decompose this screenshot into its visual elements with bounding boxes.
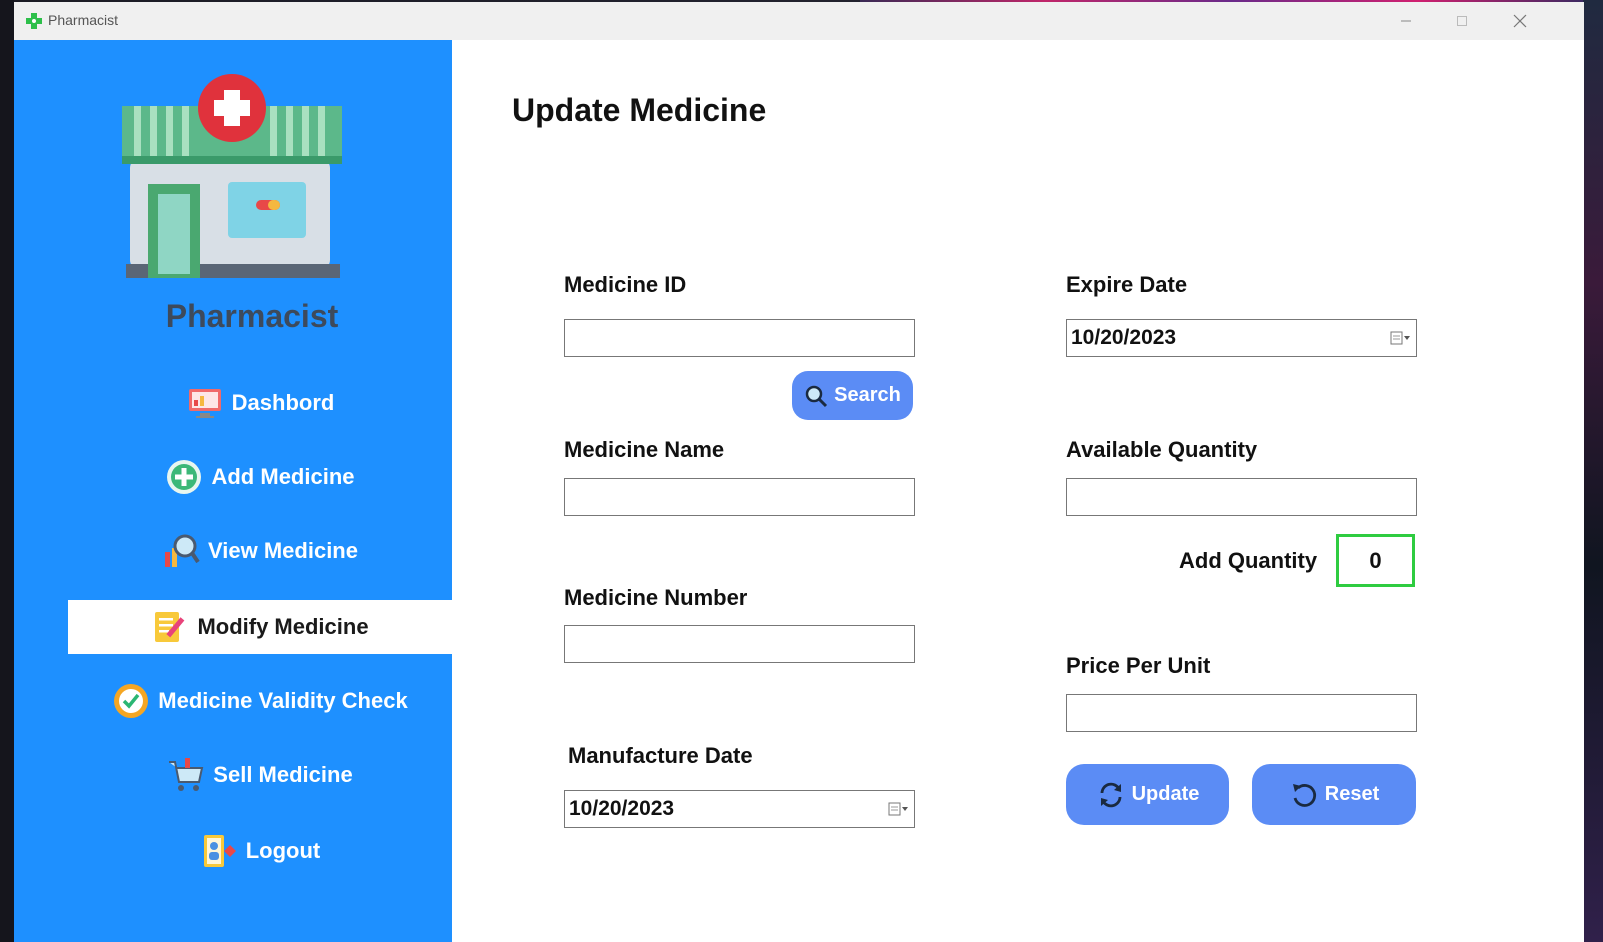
calendar-dropdown-icon[interactable] — [888, 801, 910, 817]
sidebar-item-label: Add Medicine — [211, 464, 355, 489]
expire-date-label: Expire Date — [1066, 272, 1188, 297]
sidebar-item-dashboard[interactable]: Dashbord — [68, 376, 452, 430]
medicine-number-input[interactable] — [564, 625, 915, 663]
sidebar: Pharmacist Dashbord Add Medicine View Me… — [14, 40, 452, 942]
sidebar-item-logout[interactable]: Logout — [68, 824, 452, 878]
sidebar-item-modify-medicine[interactable]: Modify Medicine — [68, 600, 452, 654]
page-title: Update Medicine — [512, 92, 767, 128]
search-button-label: Search — [834, 384, 901, 406]
add-quantity-label: Add Quantity — [1179, 548, 1318, 573]
medicine-name-label: Medicine Name — [564, 437, 725, 462]
sidebar-item-add-medicine[interactable]: Add Medicine — [68, 450, 452, 504]
app-window: Pharmacist Pharmacist Dashbord Add Medic… — [14, 2, 1584, 942]
sidebar-item-label: Sell Medicine — [213, 762, 353, 787]
desktop-left-edge — [0, 0, 14, 942]
add-icon — [167, 460, 202, 494]
dashboard-icon — [188, 389, 221, 418]
sidebar-item-label: Logout — [245, 838, 321, 863]
medicine-name-input[interactable] — [564, 478, 915, 516]
pharmacy-store-logo — [122, 74, 342, 278]
edit-note-icon — [155, 612, 185, 642]
check-badge-icon — [114, 684, 149, 718]
sidebar-item-label: Modify Medicine — [197, 614, 369, 639]
logout-icon — [203, 835, 236, 867]
minimize-button[interactable] — [1378, 2, 1434, 40]
available-quantity-input[interactable] — [1066, 478, 1417, 516]
update-button-label: Update — [1131, 783, 1200, 805]
desktop-right-edge — [1583, 0, 1603, 942]
update-button[interactable]: Update — [1066, 764, 1229, 825]
manufacture-date-label: Manufacture Date — [568, 743, 753, 768]
magnifier-icon — [165, 534, 200, 567]
expire-date-value: 10/20/2023 — [1071, 326, 1177, 349]
manufacture-date-value: 10/20/2023 — [569, 797, 675, 820]
price-per-unit-input[interactable] — [1066, 694, 1417, 732]
reset-button[interactable]: Reset — [1252, 764, 1416, 825]
sidebar-item-sell-medicine[interactable]: Sell Medicine — [68, 748, 452, 802]
sidebar-item-label: Medicine Validity Check — [158, 688, 408, 713]
pharmacy-cross-icon — [26, 13, 42, 29]
price-per-unit-label: Price Per Unit — [1066, 653, 1211, 678]
search-icon — [805, 385, 828, 407]
maximize-icon — [1457, 16, 1467, 26]
undo-icon — [1292, 783, 1316, 807]
medicine-id-label: Medicine ID — [564, 272, 687, 297]
reset-button-label: Reset — [1324, 783, 1380, 805]
sidebar-brand: Pharmacist — [165, 298, 339, 334]
medicine-id-input[interactable] — [564, 319, 915, 357]
add-quantity-input[interactable]: 0 — [1336, 534, 1415, 587]
search-button[interactable]: Search — [792, 371, 913, 420]
sidebar-item-medicine-validity-check[interactable]: Medicine Validity Check — [68, 674, 452, 728]
maximize-button[interactable] — [1434, 2, 1490, 40]
calendar-dropdown-icon[interactable] — [1390, 330, 1412, 346]
title-bar: Pharmacist — [14, 2, 1584, 40]
medicine-number-label: Medicine Number — [564, 585, 748, 610]
minimize-icon — [1401, 20, 1411, 22]
window-title: Pharmacist — [48, 12, 119, 28]
close-icon — [1513, 14, 1527, 28]
sidebar-item-view-medicine[interactable]: View Medicine — [68, 524, 452, 578]
cart-icon — [169, 758, 204, 791]
sidebar-item-label: View Medicine — [208, 538, 358, 563]
sidebar-item-label: Dashbord — [231, 390, 335, 415]
available-quantity-label: Available Quantity — [1066, 437, 1258, 462]
close-button[interactable] — [1492, 2, 1548, 40]
manufacture-date-picker[interactable]: 10/20/2023 — [564, 790, 915, 828]
refresh-icon — [1100, 782, 1121, 807]
expire-date-picker[interactable]: 10/20/2023 — [1066, 319, 1417, 357]
